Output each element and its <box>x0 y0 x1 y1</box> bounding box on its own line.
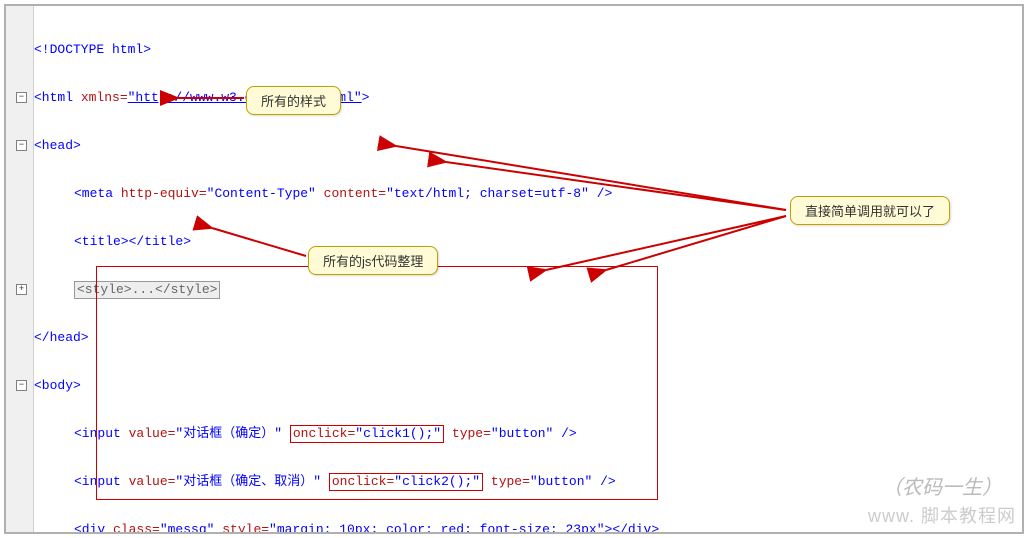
ct: > <box>362 90 370 106</box>
ct: "对话框（确定、取消）" <box>175 474 321 490</box>
ct: "messg" <box>160 522 215 534</box>
ct: <html <box>34 90 81 106</box>
ct: type= <box>444 426 491 442</box>
fold-icon[interactable]: − <box>16 92 27 103</box>
code-area[interactable]: <!DOCTYPE html> −<html xmlns="http://www… <box>34 10 1018 534</box>
ct: <div <box>74 522 113 534</box>
code-text: <!DOCTYPE html> <box>34 42 151 58</box>
ct: class= <box>113 522 160 534</box>
ct: "button" <box>491 426 553 442</box>
ct: "Content-Type" <box>207 186 316 202</box>
gutter <box>6 6 34 532</box>
ct: <input <box>74 426 129 442</box>
ct: content= <box>316 186 386 202</box>
ct: "click2();" <box>394 474 480 489</box>
ct: onclick= <box>293 426 355 441</box>
ct: xmlns= <box>81 90 128 106</box>
watermark-text: （农码一生） <box>882 471 1002 500</box>
ct: value= <box>129 426 176 442</box>
ct: value= <box>129 474 176 490</box>
ct: /> <box>553 426 576 442</box>
callout-call: 直接简单调用就可以了 <box>790 196 950 225</box>
watermark-site: www. 脚本教程网 <box>868 502 1016 528</box>
ct: <head> <box>34 138 81 154</box>
ct: "margin: 10px; color: red; font-size: 23… <box>269 522 604 534</box>
ct: <meta <box>74 186 121 202</box>
ct: "button" <box>530 474 592 490</box>
ct: <body> <box>34 378 81 394</box>
fold-icon[interactable]: − <box>16 380 27 391</box>
ct: /> <box>592 474 615 490</box>
style-collapsed[interactable]: <style>...</style> <box>74 281 220 299</box>
ct: <title></title> <box>74 234 191 250</box>
callout-js: 所有的js代码整理 <box>308 246 438 275</box>
fold-icon[interactable]: − <box>16 140 27 151</box>
code-editor: <!DOCTYPE html> −<html xmlns="http://www… <box>4 4 1024 534</box>
ct: /> <box>589 186 612 202</box>
ct: style= <box>214 522 269 534</box>
ct: "click1();" <box>355 426 441 441</box>
ct: onclick= <box>332 474 394 489</box>
callout-styles: 所有的样式 <box>246 86 341 115</box>
ct: ></div> <box>605 522 660 534</box>
ct: "对话框（确定）" <box>175 426 282 442</box>
ct: "text/html; charset=utf-8" <box>386 186 589 202</box>
ct: type= <box>483 474 530 490</box>
ct: <input <box>74 474 129 490</box>
ct: http-equiv= <box>121 186 207 202</box>
fold-icon[interactable]: + <box>16 284 27 295</box>
ct: </head> <box>34 330 89 346</box>
